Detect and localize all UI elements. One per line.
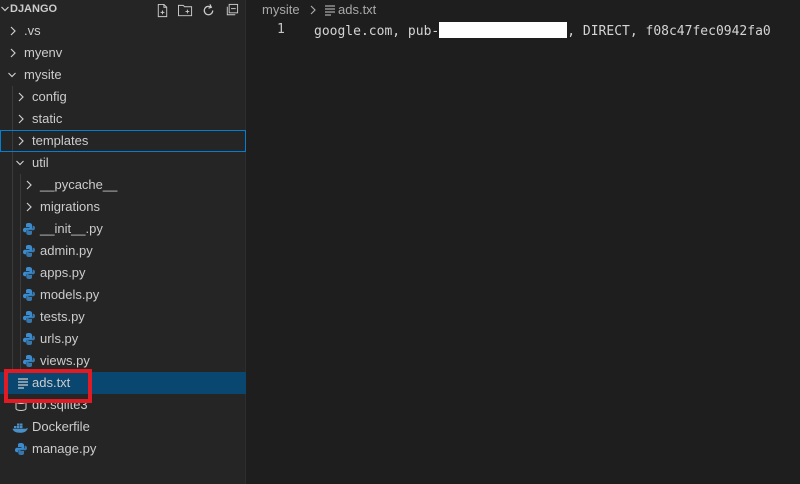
tree-label: urls.py bbox=[40, 331, 79, 346]
python-icon bbox=[15, 443, 27, 455]
chevron-right-icon bbox=[18, 136, 24, 146]
tree-folder-mysite[interactable]: mysite bbox=[0, 64, 246, 86]
tree-label: models.py bbox=[40, 287, 100, 302]
tree-label: config bbox=[32, 89, 67, 104]
tree-label: .vs bbox=[24, 23, 41, 38]
tree-label: migrations bbox=[40, 199, 100, 214]
chevron-right-icon bbox=[10, 48, 16, 58]
editor-pane[interactable]: mysite ads.txt 1 google.com, pub- , DIREC… bbox=[247, 0, 800, 484]
tree-label: manage.py bbox=[32, 441, 97, 456]
tree-file-manage[interactable]: manage.py bbox=[0, 438, 246, 460]
tree-folder-util[interactable]: util bbox=[0, 152, 246, 174]
tree-file-urls[interactable]: urls.py bbox=[0, 328, 246, 350]
collapse-all-icon[interactable] bbox=[223, 2, 240, 19]
tree-label: __pycache__ bbox=[40, 177, 118, 192]
tree-label: util bbox=[32, 155, 49, 170]
tree-label: myenv bbox=[24, 45, 63, 60]
tree-folder-migrations[interactable]: migrations bbox=[0, 196, 246, 218]
chevron-down-icon[interactable] bbox=[0, 2, 10, 16]
docker-icon bbox=[12, 423, 28, 433]
python-icon bbox=[23, 267, 35, 279]
chevron-right-icon bbox=[310, 5, 316, 15]
tree-folder-static[interactable]: static bbox=[0, 108, 246, 130]
explorer-sidebar: DJANGO .vs myenv mysite config static te… bbox=[0, 0, 246, 484]
text-file-icon bbox=[325, 5, 335, 16]
tree-file-init[interactable]: __init__.py bbox=[0, 218, 246, 240]
code-line[interactable]: 1 google.com, pub- , DIRECT, f08c47fec094… bbox=[247, 20, 800, 40]
tree-label: static bbox=[32, 111, 63, 126]
tree-folder-config[interactable]: config bbox=[0, 86, 246, 108]
breadcrumb: mysite ads.txt bbox=[247, 0, 800, 20]
tree-label: templates bbox=[32, 133, 89, 148]
line-text-end: , DIRECT, f08c47fec0942fa0 bbox=[567, 24, 771, 39]
new-file-icon[interactable] bbox=[154, 2, 171, 19]
python-icon bbox=[23, 223, 35, 235]
tree-file-models[interactable]: models.py bbox=[0, 284, 246, 306]
python-icon bbox=[23, 245, 35, 257]
tree-label: Dockerfile bbox=[32, 419, 90, 434]
tree-folder-pycache[interactable]: __pycache__ bbox=[0, 174, 246, 196]
tree-folder-vs[interactable]: .vs bbox=[0, 20, 246, 42]
chevron-right-icon bbox=[26, 202, 32, 212]
chevron-right-icon bbox=[10, 26, 16, 36]
tree-label: mysite bbox=[24, 67, 62, 82]
python-icon bbox=[23, 333, 35, 345]
python-icon bbox=[23, 289, 35, 301]
new-folder-icon[interactable] bbox=[177, 2, 194, 19]
line-number: 1 bbox=[277, 22, 285, 37]
python-icon bbox=[23, 355, 35, 367]
tree-folder-templates[interactable]: templates bbox=[0, 130, 246, 152]
explorer-actions bbox=[154, 0, 240, 20]
tree-label: tests.py bbox=[40, 309, 85, 324]
tree-label: views.py bbox=[40, 353, 90, 368]
chevron-right-icon bbox=[18, 114, 24, 124]
tree-folder-myenv[interactable]: myenv bbox=[0, 42, 246, 64]
refresh-icon[interactable] bbox=[200, 2, 217, 19]
chevron-right-icon bbox=[18, 92, 24, 102]
tree-label: apps.py bbox=[40, 265, 86, 280]
tree-file-dockerfile[interactable]: Dockerfile bbox=[0, 416, 246, 438]
explorer-header[interactable]: DJANGO bbox=[0, 0, 246, 20]
chevron-down-icon bbox=[8, 72, 16, 78]
redaction-block bbox=[439, 22, 568, 38]
tree-label: __init__.py bbox=[40, 221, 103, 236]
chevron-down-icon bbox=[16, 160, 24, 166]
line-text-start: google.com, pub- bbox=[314, 24, 440, 39]
tree-label: admin.py bbox=[40, 243, 93, 258]
breadcrumb-folder[interactable]: mysite bbox=[262, 2, 300, 17]
python-icon bbox=[23, 311, 35, 323]
tree-file-admin[interactable]: admin.py bbox=[0, 240, 246, 262]
highlight-box bbox=[4, 369, 92, 403]
tree-file-apps[interactable]: apps.py bbox=[0, 262, 246, 284]
tree-file-tests[interactable]: tests.py bbox=[0, 306, 246, 328]
explorer-title: DJANGO bbox=[10, 3, 58, 15]
breadcrumb-file[interactable]: ads.txt bbox=[338, 2, 376, 17]
chevron-right-icon bbox=[26, 180, 32, 190]
line-text[interactable]: google.com, pub- , DIRECT, f08c47fec0942f… bbox=[314, 22, 771, 39]
